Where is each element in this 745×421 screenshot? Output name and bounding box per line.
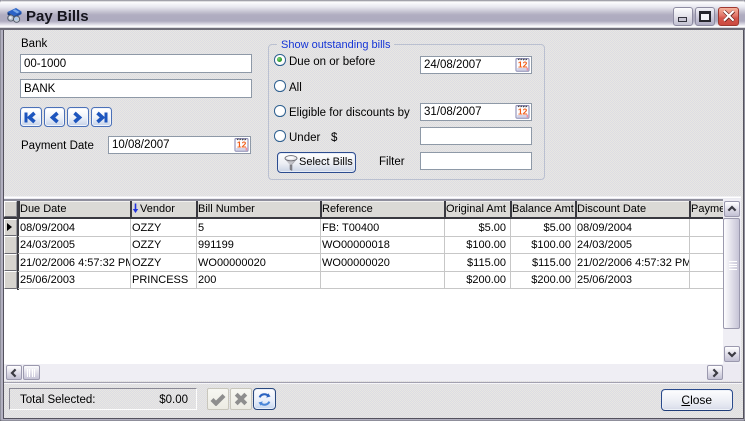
svg-text:12: 12 xyxy=(237,140,247,150)
svg-text:12: 12 xyxy=(518,60,528,70)
svg-text:12: 12 xyxy=(518,107,528,117)
